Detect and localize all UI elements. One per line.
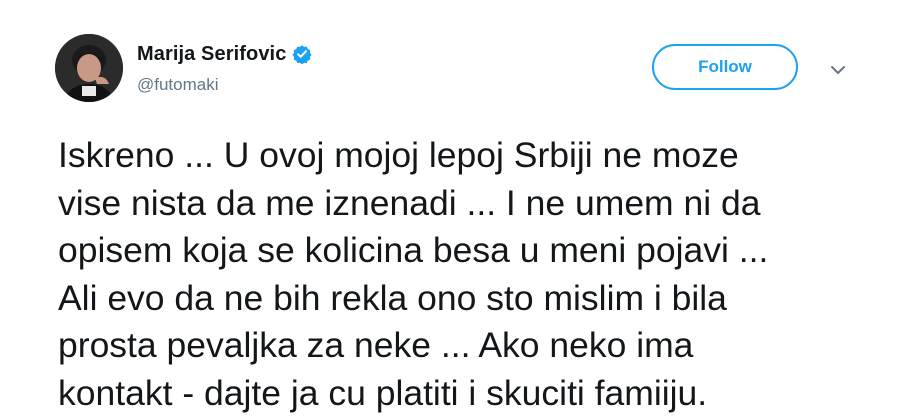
follow-button[interactable]: Follow	[652, 44, 798, 90]
author-info: Marija Serifovic @futomaki	[137, 41, 313, 95]
tweet-card: Marija Serifovic @futomaki Follow Iskren…	[0, 0, 900, 413]
tweet-text: Iskreno ... U ovoj mojoj lepoj Srbiji ne…	[58, 135, 769, 413]
verified-badge-icon	[292, 44, 313, 65]
name-row: Marija Serifovic	[137, 41, 313, 67]
author-handle[interactable]: @futomaki	[137, 75, 312, 95]
author-avatar[interactable]	[55, 34, 123, 102]
author-display-name[interactable]: Marija Serifovic	[137, 43, 286, 66]
avatar-photo-icon	[55, 34, 123, 102]
chevron-down-icon[interactable]	[826, 58, 850, 82]
